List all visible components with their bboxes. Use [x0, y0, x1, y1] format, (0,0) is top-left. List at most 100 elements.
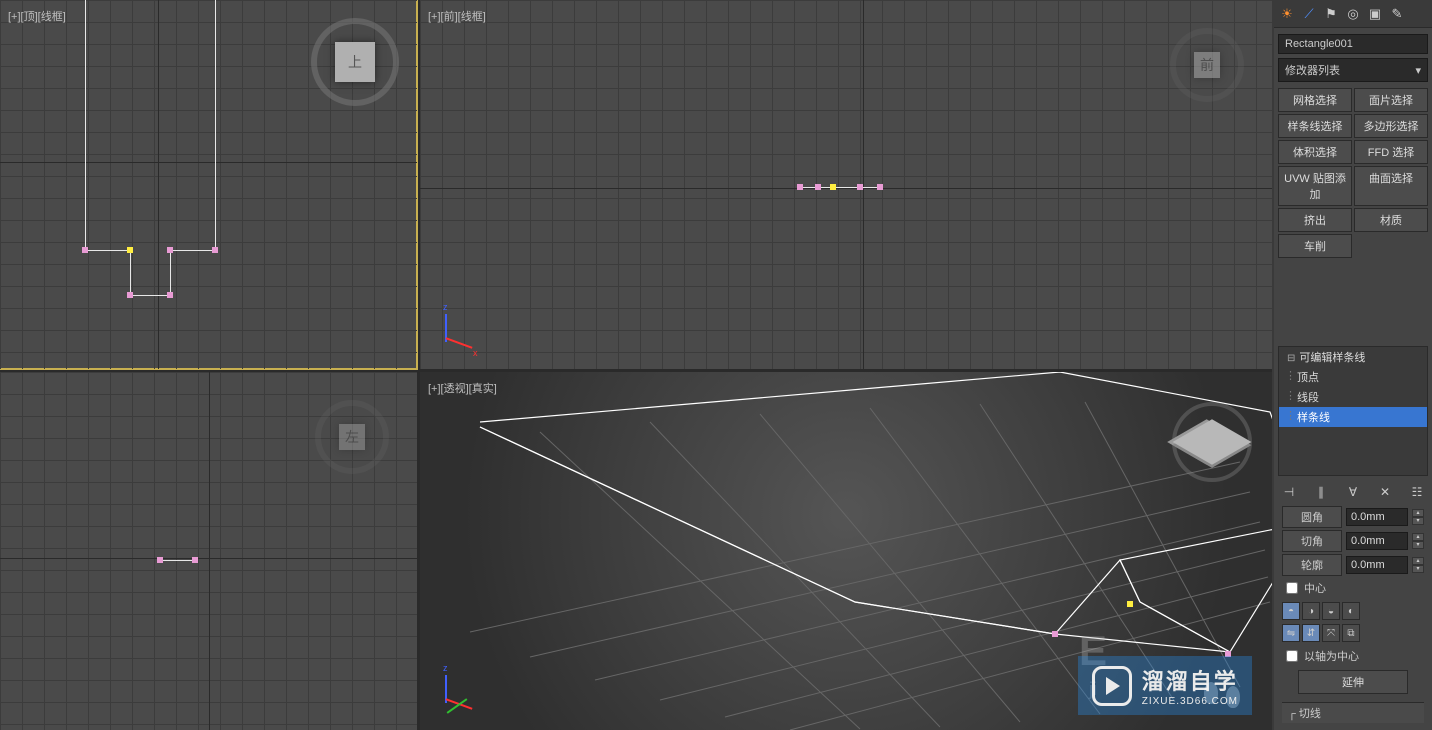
- utilities-tab-icon[interactable]: ✎: [1388, 5, 1406, 23]
- viewcube[interactable]: [1182, 412, 1242, 472]
- viewcube[interactable]: 上: [323, 30, 387, 94]
- spline-select-button[interactable]: 样条线选择: [1278, 114, 1352, 138]
- outline-value[interactable]: 0.0mm: [1346, 556, 1408, 574]
- bool-union-icon[interactable]: ◓: [1282, 602, 1300, 620]
- vertex[interactable]: [167, 292, 173, 298]
- grid: [420, 0, 1272, 369]
- vertex[interactable]: [797, 184, 803, 190]
- vertex[interactable]: [167, 247, 173, 253]
- extrude-button[interactable]: 挤出: [1278, 208, 1352, 232]
- boolean-icons: ◓ ◑ ◒ ◐: [1278, 600, 1428, 622]
- fillet-button[interactable]: 圆角: [1282, 506, 1342, 528]
- spline-edge[interactable]: [160, 560, 195, 561]
- mesh-select-button[interactable]: 网格选择: [1278, 88, 1352, 112]
- viewcube[interactable]: 左: [327, 412, 377, 462]
- fillet-value[interactable]: 0.0mm: [1346, 508, 1408, 526]
- material-button[interactable]: 材质: [1354, 208, 1428, 232]
- object-name-field[interactable]: Rectangle001: [1278, 34, 1428, 54]
- vertex-selected[interactable]: [1127, 601, 1133, 607]
- play-icon: [1092, 666, 1132, 706]
- vertex[interactable]: [857, 184, 863, 190]
- viewport-front[interactable]: [+][前][线框] 前 z x: [420, 0, 1272, 369]
- watermark-url: ZIXUE.3D66.COM: [1142, 696, 1238, 707]
- viewcube[interactable]: 前: [1182, 40, 1232, 90]
- modstack-sub-vertex[interactable]: ⋮顶点: [1279, 367, 1427, 387]
- spline-edge[interactable]: [85, 250, 130, 251]
- outline-spinner[interactable]: ▴▾: [1412, 557, 1424, 573]
- spline-edge[interactable]: [130, 250, 131, 295]
- vertex[interactable]: [830, 184, 836, 190]
- chamfer-spinner[interactable]: ▴▾: [1412, 533, 1424, 549]
- viewport-label[interactable]: [+][透视][真实]: [428, 380, 497, 396]
- ffd-select-button[interactable]: FFD 选择: [1354, 140, 1428, 164]
- geometry-rollout: 圆角 0.0mm ▴▾ 切角 0.0mm ▴▾ 轮廓 0.0mm ▴▾ 中心 ◓…: [1278, 506, 1428, 723]
- chevron-down-icon: ▾: [1415, 64, 1421, 77]
- axis-center-checkbox[interactable]: [1286, 650, 1298, 662]
- center-label: 中心: [1304, 580, 1326, 596]
- show-end-result-icon[interactable]: ∥: [1312, 484, 1330, 500]
- modstack-toolbar: ⊣ ∥ ∀ ✕ ☷: [1274, 480, 1432, 504]
- spline-shape: [480, 372, 1272, 652]
- motion-tab-icon[interactable]: ◎: [1344, 5, 1362, 23]
- modifier-stack[interactable]: 可编辑样条线 ⋮顶点 ⋮线段 ⋮样条线: [1278, 346, 1428, 476]
- hierarchy-tab-icon[interactable]: ⚑: [1322, 5, 1340, 23]
- remove-modifier-icon[interactable]: ✕: [1376, 484, 1394, 500]
- axis-gizmo: z x: [445, 314, 485, 354]
- modifier-list-dropdown[interactable]: 修改器列表▾: [1278, 58, 1428, 82]
- bool-intersect-icon[interactable]: ◒: [1322, 602, 1340, 620]
- viewport-label[interactable]: [+][顶][线框]: [8, 8, 66, 24]
- spline-edge[interactable]: [215, 0, 216, 250]
- create-tab-icon[interactable]: ☀: [1278, 5, 1296, 23]
- vertex[interactable]: [157, 557, 163, 563]
- copy-icon[interactable]: ⧉: [1342, 624, 1360, 642]
- center-checkbox[interactable]: [1286, 582, 1298, 594]
- chamfer-value[interactable]: 0.0mm: [1346, 532, 1408, 550]
- watermark-title: 溜溜自学: [1142, 664, 1238, 696]
- uvw-map-add-button[interactable]: UVW 贴图添加: [1278, 166, 1352, 206]
- spline-edge[interactable]: [170, 250, 171, 295]
- spline-edge[interactable]: [170, 250, 215, 251]
- vertex[interactable]: [212, 247, 218, 253]
- modstack-root[interactable]: 可编辑样条线: [1279, 347, 1427, 367]
- vertex-selected[interactable]: [127, 247, 133, 253]
- vertex[interactable]: [82, 247, 88, 253]
- viewport-label[interactable]: [+][前][线框]: [428, 8, 486, 24]
- configure-sets-icon[interactable]: ☷: [1408, 484, 1426, 500]
- fillet-param: 圆角 0.0mm ▴▾: [1282, 506, 1424, 528]
- vertex[interactable]: [877, 184, 883, 190]
- pin-stack-icon[interactable]: ⊣: [1280, 484, 1298, 500]
- vol-select-button[interactable]: 体积选择: [1278, 140, 1352, 164]
- make-unique-icon[interactable]: ∀: [1344, 484, 1362, 500]
- outline-param: 轮廓 0.0mm ▴▾: [1282, 554, 1424, 576]
- fillet-spinner[interactable]: ▴▾: [1412, 509, 1424, 525]
- viewport-left[interactable]: 左: [0, 372, 417, 730]
- vertex[interactable]: [815, 184, 821, 190]
- spline-edge[interactable]: [800, 187, 880, 188]
- mirror-h-icon[interactable]: ⇋: [1282, 624, 1300, 642]
- mirror-both-icon[interactable]: ⤧: [1322, 624, 1340, 642]
- vertex[interactable]: [127, 292, 133, 298]
- viewport-top[interactable]: [+][顶][线框] 上: [0, 0, 417, 369]
- modify-tab-icon[interactable]: ⟋: [1300, 5, 1318, 23]
- bool-merge-icon[interactable]: ◐: [1342, 602, 1360, 620]
- bool-subtract-icon[interactable]: ◑: [1302, 602, 1320, 620]
- extend-button[interactable]: 延伸: [1298, 670, 1408, 694]
- chamfer-button[interactable]: 切角: [1282, 530, 1342, 552]
- chamfer-param: 切角 0.0mm ▴▾: [1282, 530, 1424, 552]
- lathe-button[interactable]: 车削: [1278, 234, 1352, 258]
- viewport-grid: [+][顶][线框] 上 [+][前][线框] 前 z: [0, 0, 1272, 730]
- mirror-v-icon[interactable]: ⇵: [1302, 624, 1320, 642]
- patch-select-button[interactable]: 面片选择: [1354, 88, 1428, 112]
- command-panel: ☀ ⟋ ⚑ ◎ ▣ ✎ Rectangle001 修改器列表▾ 网格选择 面片选…: [1274, 0, 1432, 730]
- watermark: 溜溜自学 ZIXUE.3D66.COM: [1078, 656, 1252, 715]
- modstack-sub-spline[interactable]: ⋮样条线: [1279, 407, 1427, 427]
- poly-select-button[interactable]: 多边形选择: [1354, 114, 1428, 138]
- outline-button[interactable]: 轮廓: [1282, 554, 1342, 576]
- spline-edge[interactable]: [85, 0, 86, 250]
- display-tab-icon[interactable]: ▣: [1366, 5, 1384, 23]
- spline-edge[interactable]: [130, 295, 170, 296]
- vertex[interactable]: [192, 557, 198, 563]
- surf-select-button[interactable]: 曲面选择: [1354, 166, 1428, 206]
- modstack-sub-segment[interactable]: ⋮线段: [1279, 387, 1427, 407]
- vertex[interactable]: [1052, 631, 1058, 637]
